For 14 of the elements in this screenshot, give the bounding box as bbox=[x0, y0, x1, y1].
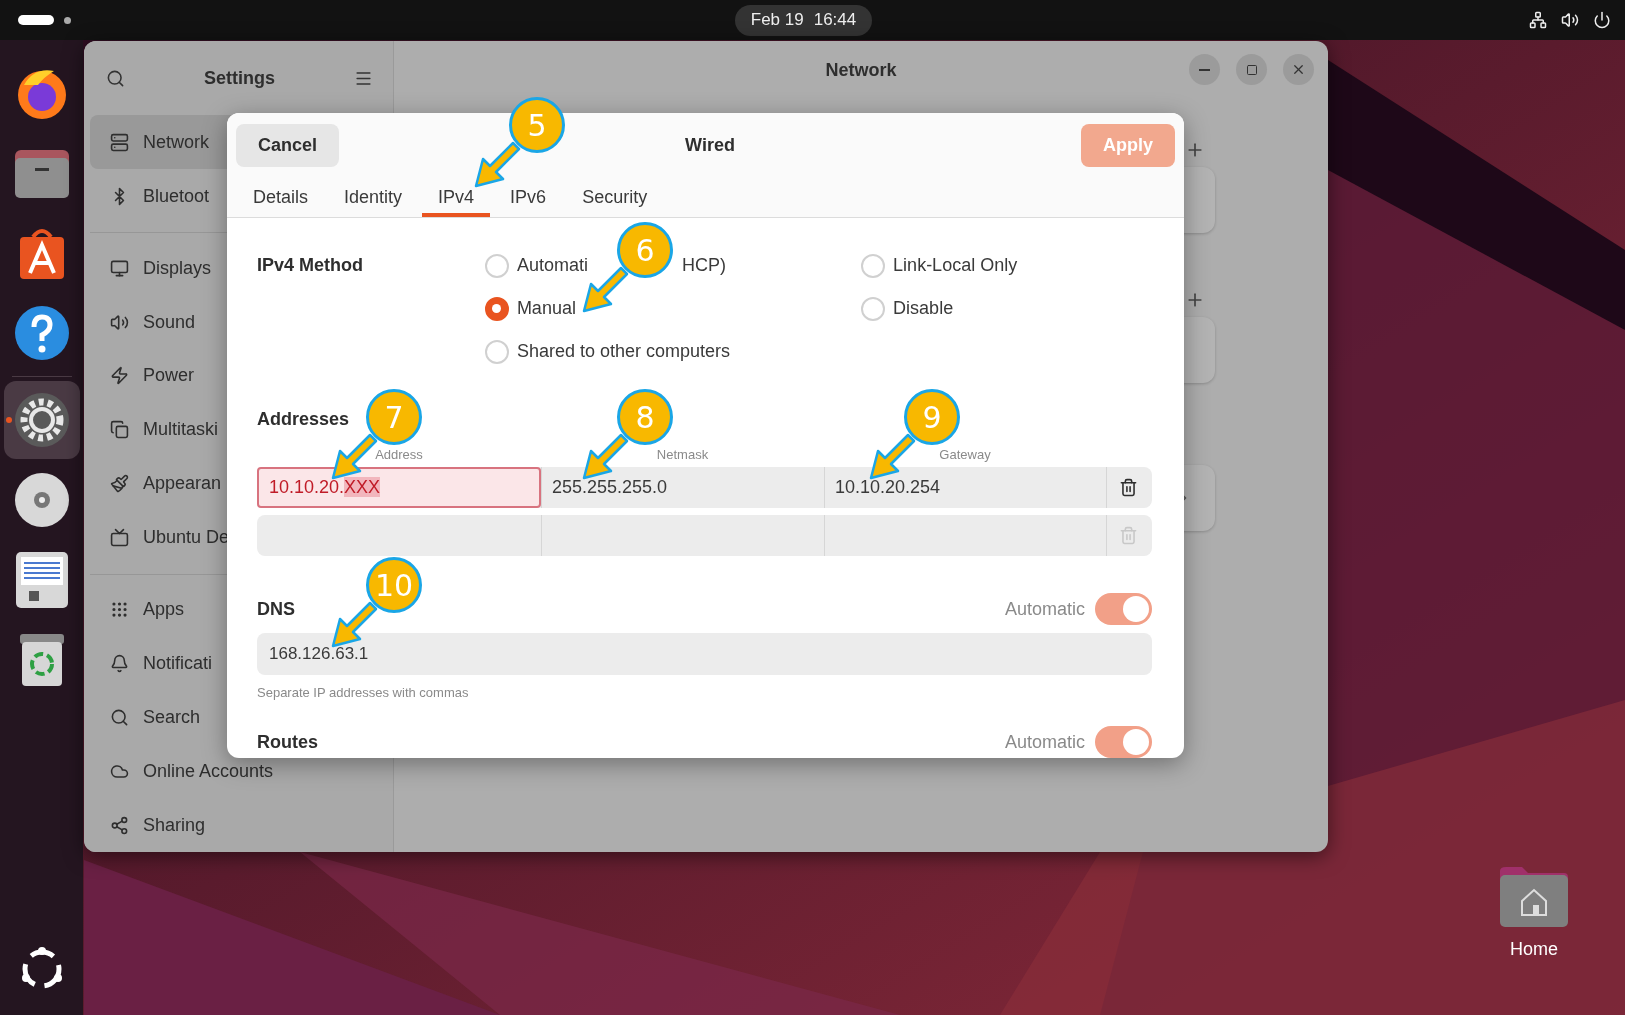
column-header: Gateway bbox=[938, 447, 992, 462]
section-label: DNS bbox=[257, 598, 295, 620]
hint-text: Separate IP addresses with commas bbox=[257, 685, 470, 700]
switch-label: Automatic bbox=[1004, 731, 1085, 753]
section-label: IPv4 Method bbox=[257, 254, 364, 277]
desktop-icon-label: Home bbox=[1510, 939, 1558, 960]
sidebar-title: Settings bbox=[204, 67, 275, 89]
dialog-title: Wired bbox=[685, 134, 735, 156]
section-label: Addresses bbox=[257, 408, 350, 430]
column-header: Address bbox=[374, 447, 424, 462]
switch-label: Automatic bbox=[1004, 598, 1085, 620]
column-header: Netmask bbox=[655, 447, 710, 462]
window-title: Network bbox=[825, 59, 897, 81]
section-label: Routes bbox=[257, 731, 318, 753]
